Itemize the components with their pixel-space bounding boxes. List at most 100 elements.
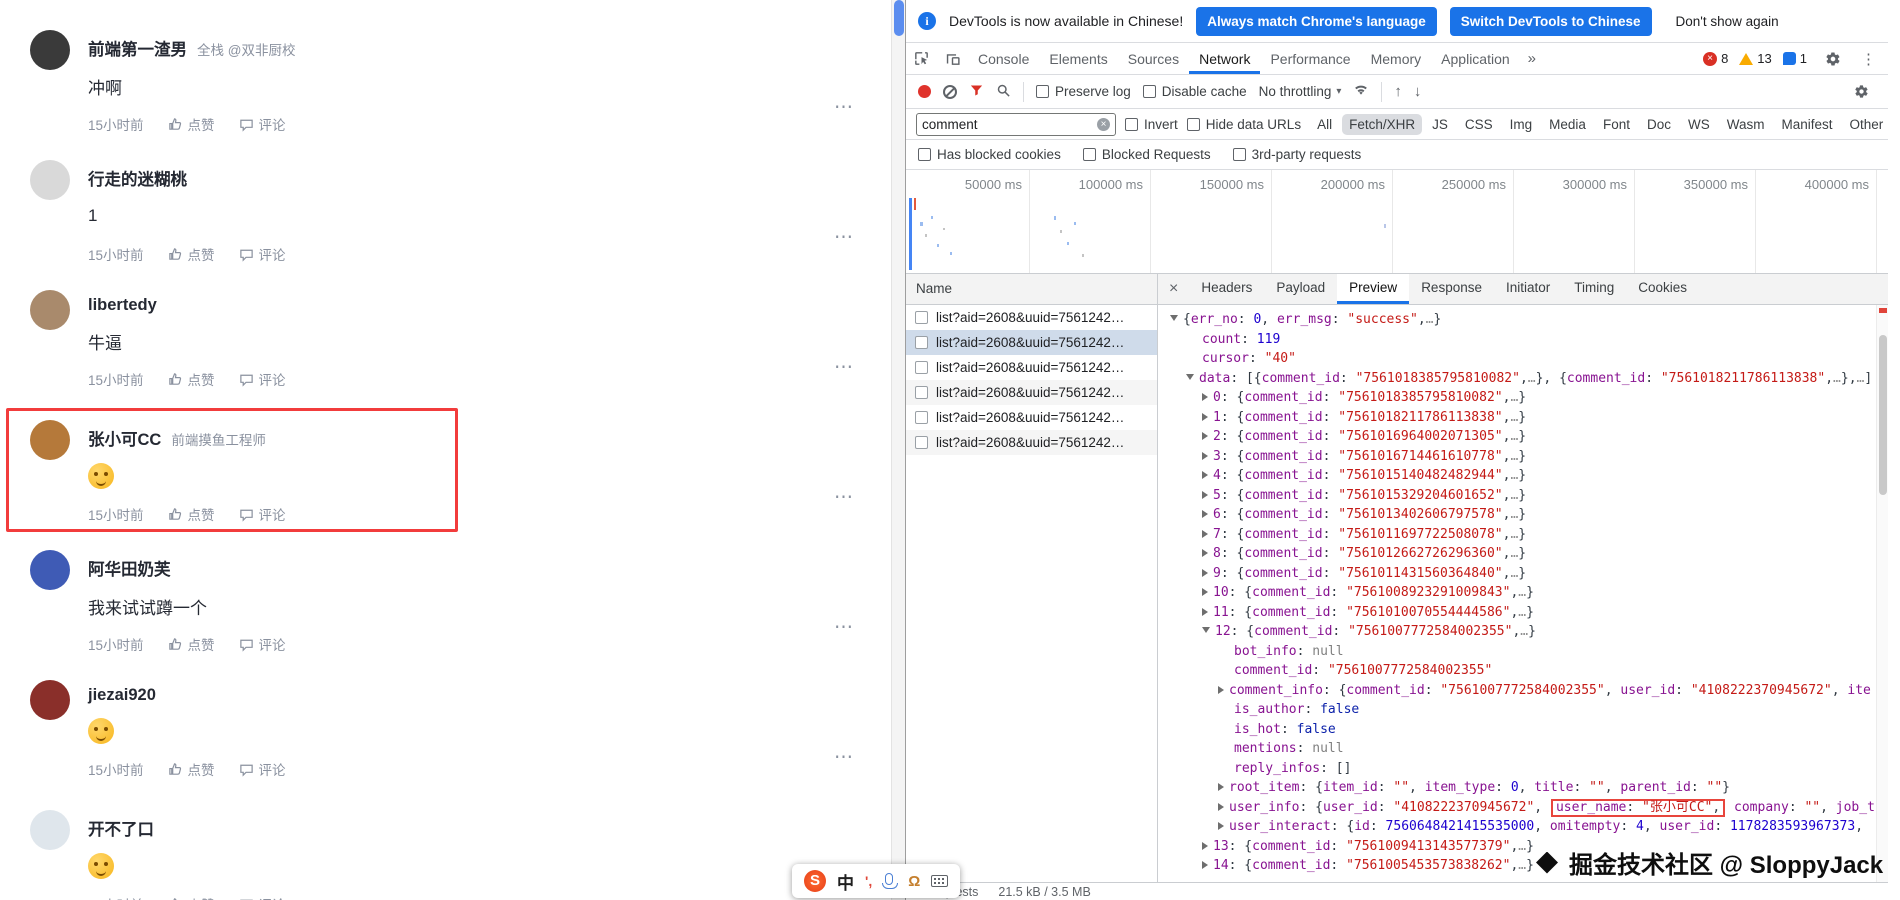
comment-more-options-icon[interactable]: ⋯ (834, 746, 855, 769)
like-button[interactable]: 点赞 (168, 244, 215, 264)
comment-author[interactable]: 阿华田奶芙 (88, 556, 171, 580)
resource-chip-wasm[interactable]: Wasm (1720, 114, 1772, 135)
resource-chip-all[interactable]: All (1310, 114, 1339, 135)
reply-button[interactable]: 评论 (239, 369, 286, 389)
switch-devtools-chinese-button[interactable]: Switch DevTools to Chinese (1450, 7, 1652, 36)
import-har-icon[interactable]: ↑ (1394, 83, 1402, 100)
detail-tab-timing[interactable]: Timing (1562, 274, 1626, 304)
resource-chip-other[interactable]: Other (1843, 114, 1888, 135)
more-options-menu-icon[interactable]: ⋮ (1859, 50, 1878, 68)
match-chrome-language-button[interactable]: Always match Chrome's language (1196, 7, 1437, 36)
clear-filter-icon[interactable] (1097, 118, 1110, 131)
3rd-party-requests-checkbox[interactable] (1233, 148, 1246, 161)
request-row[interactable]: list?aid=2608&uuid=7561242… (906, 405, 1157, 430)
tab-memory[interactable]: Memory (1361, 43, 1432, 74)
expand-arrow-icon[interactable] (1202, 842, 1208, 850)
preserve-log-label[interactable]: Preserve log (1055, 84, 1131, 99)
resource-chip-doc[interactable]: Doc (1640, 114, 1678, 135)
request-row[interactable]: list?aid=2608&uuid=7561242… (906, 305, 1157, 330)
expand-arrow-icon[interactable] (1202, 413, 1208, 421)
detail-tab-headers[interactable]: Headers (1189, 274, 1264, 304)
virtual-keyboard-icon[interactable] (931, 875, 948, 887)
request-name-column-header[interactable]: Name (906, 274, 1157, 305)
comment-author[interactable]: libertedy (88, 296, 157, 315)
expand-arrow-icon[interactable] (1202, 393, 1208, 401)
resource-chip-js[interactable]: JS (1425, 114, 1455, 135)
detail-tab-cookies[interactable]: Cookies (1626, 274, 1699, 304)
tab-console[interactable]: Console (968, 43, 1039, 74)
invert-checkbox[interactable] (1125, 118, 1138, 131)
issues-count-badge[interactable]: 1 (1783, 51, 1807, 66)
comment-more-options-icon[interactable]: ⋯ (834, 616, 855, 639)
preview-scrollbar[interactable] (1876, 305, 1888, 882)
hide-data-urls-label[interactable]: Hide data URLs (1206, 117, 1301, 132)
avatar[interactable] (30, 30, 70, 70)
reply-button[interactable]: 评论 (239, 634, 286, 654)
expand-arrow-icon[interactable] (1202, 471, 1208, 479)
avatar[interactable] (30, 160, 70, 200)
punctuation-mode-icon[interactable] (865, 873, 872, 889)
comment-author[interactable]: 行走的迷糊桃 (88, 166, 187, 190)
detail-tab-response[interactable]: Response (1409, 274, 1494, 304)
request-row[interactable]: list?aid=2608&uuid=7561242… (906, 330, 1157, 355)
comment-more-options-icon[interactable]: ⋯ (834, 486, 855, 509)
disable-cache-label[interactable]: Disable cache (1162, 84, 1247, 99)
resource-chip-css[interactable]: CSS (1458, 114, 1500, 135)
avatar[interactable] (30, 550, 70, 590)
request-row[interactable]: list?aid=2608&uuid=7561242… (906, 430, 1157, 455)
filter-input[interactable] (922, 117, 1093, 132)
record-network-log-button[interactable] (918, 85, 931, 98)
reply-button[interactable]: 评论 (239, 504, 286, 524)
comment-more-options-icon[interactable]: ⋯ (834, 96, 855, 119)
has-blocked-cookies-checkbox[interactable] (918, 148, 931, 161)
like-button[interactable]: 点赞 (168, 894, 215, 900)
comment-more-options-icon[interactable]: ⋯ (834, 356, 855, 379)
like-button[interactable]: 点赞 (168, 759, 215, 779)
close-detail-icon[interactable]: × (1158, 274, 1189, 304)
expand-arrow-icon[interactable] (1218, 783, 1224, 791)
warning-count-badge[interactable]: 13 (1739, 51, 1771, 66)
expand-arrow-icon[interactable] (1202, 588, 1208, 596)
network-conditions-icon[interactable] (1353, 82, 1369, 101)
expand-arrow-icon[interactable] (1202, 491, 1208, 499)
expand-arrow-icon[interactable] (1202, 569, 1208, 577)
comment-author[interactable]: jiezai920 (88, 686, 156, 705)
inspect-element-icon[interactable] (906, 43, 937, 74)
avatar[interactable] (30, 810, 70, 850)
resource-chip-ws[interactable]: WS (1681, 114, 1717, 135)
preview-scrollbar-thumb[interactable] (1879, 335, 1887, 495)
tab-application[interactable]: Application (1431, 43, 1520, 74)
detail-tab-initiator[interactable]: Initiator (1494, 274, 1562, 304)
like-button[interactable]: 点赞 (168, 369, 215, 389)
expand-arrow-icon[interactable] (1218, 803, 1224, 811)
page-scrollbar-thumb[interactable] (894, 0, 904, 36)
reply-button[interactable]: 评论 (239, 759, 286, 779)
blocked-requests-checkbox[interactable] (1083, 148, 1096, 161)
expand-arrow-icon[interactable] (1202, 608, 1208, 616)
resource-chip-fetch-xhr[interactable]: Fetch/XHR (1342, 114, 1422, 135)
reply-button[interactable]: 评论 (239, 114, 286, 134)
error-count-badge[interactable]: 8 (1703, 51, 1728, 66)
tab-network[interactable]: Network (1189, 43, 1260, 74)
detail-tab-payload[interactable]: Payload (1264, 274, 1337, 304)
filter-funnel-icon[interactable] (969, 83, 984, 101)
comment-author[interactable]: 前端第一渣男 (88, 36, 187, 60)
reply-button[interactable]: 评论 (239, 244, 286, 264)
like-button[interactable]: 点赞 (168, 634, 215, 654)
page-scrollbar[interactable] (891, 0, 905, 900)
tab-elements[interactable]: Elements (1039, 43, 1117, 74)
throttling-dropdown[interactable]: No throttling ▾ (1259, 84, 1342, 99)
hide-data-urls-checkbox[interactable] (1187, 118, 1200, 131)
expand-arrow-icon[interactable] (1202, 530, 1208, 538)
sogou-logo[interactable]: S (804, 870, 826, 892)
export-har-icon[interactable]: ↓ (1414, 83, 1422, 100)
avatar[interactable] (30, 680, 70, 720)
device-toolbar-icon[interactable] (937, 43, 968, 74)
expand-arrow-icon[interactable] (1170, 315, 1178, 321)
symbol-picker-icon[interactable] (908, 873, 920, 890)
comment-author[interactable]: 张小可CC (88, 426, 161, 450)
resource-chip-media[interactable]: Media (1542, 114, 1593, 135)
expand-arrow-icon[interactable] (1218, 686, 1224, 694)
avatar[interactable] (30, 290, 70, 330)
more-panels-icon[interactable]: » (1520, 43, 1544, 74)
